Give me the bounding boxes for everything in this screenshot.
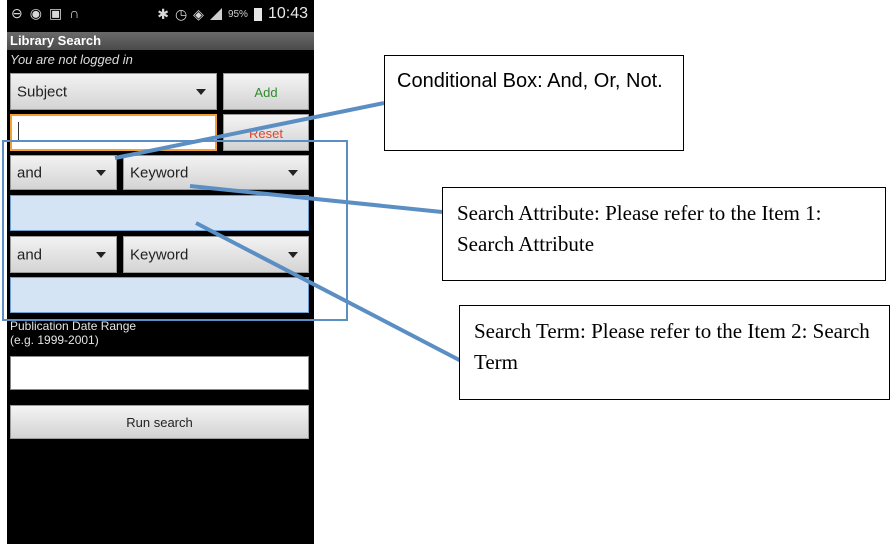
callout-attribute: Search Attribute: Please refer to the It… — [442, 187, 886, 281]
callout-term: Search Term: Please refer to the Item 2:… — [459, 305, 890, 400]
conditional-pointer-line — [114, 101, 385, 160]
callout-conditional: Conditional Box: And, Or, Not. — [384, 55, 684, 151]
attribute-pointer-line — [189, 184, 443, 214]
term-pointer-line — [195, 221, 466, 365]
